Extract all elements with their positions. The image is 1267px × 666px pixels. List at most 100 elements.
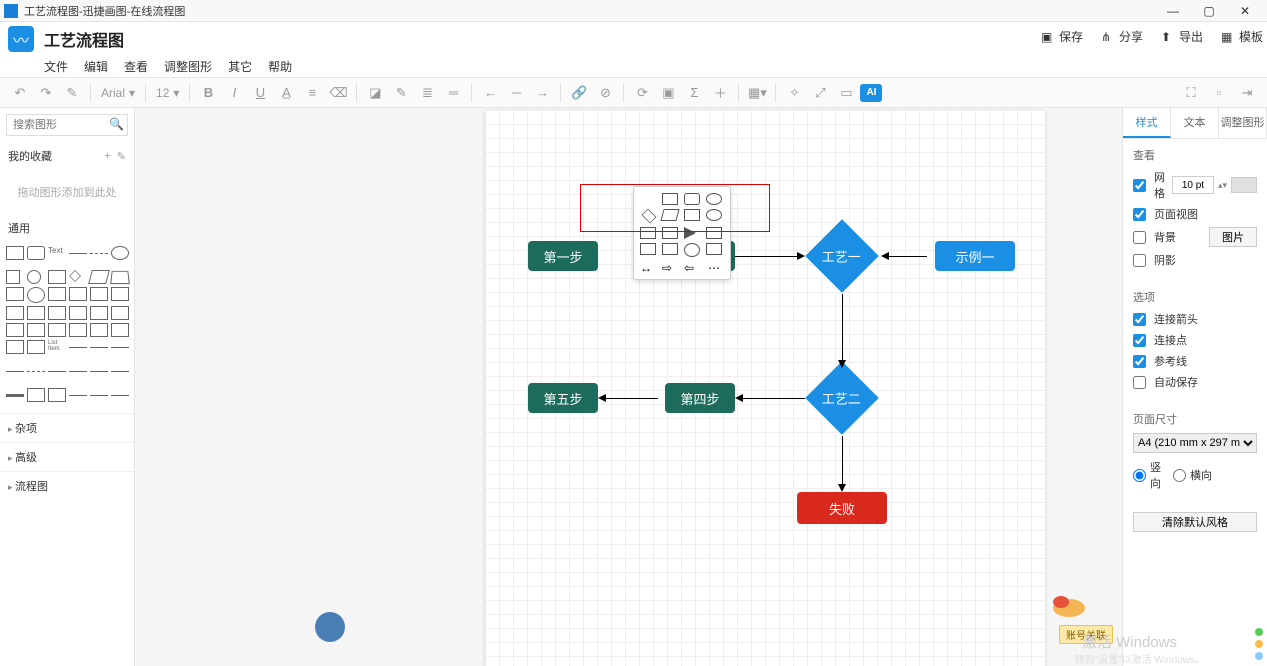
shape-solid[interactable]	[6, 371, 24, 385]
shape-arrow1[interactable]	[69, 347, 87, 361]
assistant-avatar-icon[interactable]	[315, 612, 345, 642]
shape-line[interactable]	[69, 253, 87, 267]
popup-arrow-lr[interactable]: ↔	[640, 261, 656, 273]
undo-button[interactable]: ↶	[8, 81, 32, 105]
shape-frame[interactable]	[6, 306, 24, 320]
menu-help[interactable]: 帮助	[268, 58, 292, 75]
bg-image-button[interactable]: 图片	[1209, 227, 1257, 247]
tab-style[interactable]: 样式	[1123, 108, 1171, 138]
popup-arrow-r[interactable]: ⇨	[662, 261, 678, 273]
conn-point-checkbox[interactable]	[1133, 334, 1146, 347]
favorites-header[interactable]: 我的收藏 +✎	[0, 142, 134, 170]
shape-arrow-r[interactable]	[69, 306, 87, 320]
pagesize-select[interactable]: A4 (210 mm x 297 mm)	[1133, 433, 1257, 453]
fontsize-select[interactable]: 12 ▾	[152, 82, 183, 104]
shape-db[interactable]	[111, 306, 129, 320]
shape-round-rect[interactable]	[27, 246, 45, 260]
shape-list[interactable]	[27, 340, 45, 354]
linewidth-button[interactable]: ═	[441, 81, 465, 105]
popup-shape-rect[interactable]	[662, 193, 678, 205]
popup-shape-oval2[interactable]	[706, 209, 722, 221]
textalign-button[interactable]: ≡	[300, 81, 324, 105]
shape-half[interactable]	[90, 323, 108, 337]
popup-more[interactable]: ⋯	[706, 261, 722, 273]
shape-parallelogram[interactable]	[88, 270, 110, 284]
popup-shape-ell[interactable]	[706, 193, 722, 205]
menu-file[interactable]: 文件	[44, 58, 68, 75]
search-icon[interactable]: 🔍	[109, 117, 124, 131]
shape-trap[interactable]	[110, 271, 130, 284]
popup-shape-wave[interactable]	[640, 243, 656, 255]
link-button[interactable]: 🔗	[567, 81, 591, 105]
shape-page[interactable]	[6, 323, 24, 337]
layers-button[interactable]: ▭	[834, 81, 858, 105]
node-step4[interactable]: 第四步	[665, 383, 735, 413]
shape-conn2[interactable]	[90, 395, 108, 409]
add-button[interactable]: ＋	[708, 81, 732, 105]
conn-arrow-checkbox[interactable]	[1133, 313, 1146, 326]
node-step5[interactable]: 第五步	[528, 383, 598, 413]
shape-thick[interactable]	[6, 394, 24, 408]
formula-button[interactable]: Σ	[682, 81, 706, 105]
landscape-radio[interactable]	[1173, 469, 1186, 482]
shape-arrow3[interactable]	[111, 347, 129, 361]
bold-button[interactable]: B	[196, 81, 220, 105]
shape-tab[interactable]	[27, 306, 45, 320]
menu-edit[interactable]: 编辑	[84, 58, 108, 75]
tab-adjust[interactable]: 调整图形	[1219, 108, 1267, 138]
shape-text[interactable]: Text	[48, 246, 66, 260]
font-select[interactable]: Arial ▾	[97, 82, 139, 104]
shape-conn1[interactable]	[69, 395, 87, 409]
share-button[interactable]: ⋔分享	[1101, 28, 1143, 45]
shape-ellipse[interactable]	[111, 246, 129, 260]
popup-shape-hex[interactable]	[640, 227, 656, 239]
table-button[interactable]: ▦▾	[745, 81, 769, 105]
node-step1[interactable]: 第一步	[528, 241, 598, 271]
popup-arrow-l[interactable]: ⇦	[684, 261, 700, 273]
shape-cyl[interactable]	[27, 287, 45, 303]
shape-flag[interactable]	[111, 287, 129, 301]
shape-cloud[interactable]	[69, 323, 87, 337]
menu-view[interactable]: 查看	[124, 58, 148, 75]
portrait-radio[interactable]	[1133, 469, 1146, 482]
canvas[interactable]: 第一步 工艺一 示例一 第五步 第四步 工艺二 失败	[135, 108, 1122, 666]
clear-style-button[interactable]: 清除默认风格	[1133, 512, 1257, 532]
general-header[interactable]: 通用	[0, 214, 134, 242]
popup-shape-step[interactable]	[662, 243, 678, 255]
popup-shape-card[interactable]	[706, 227, 722, 239]
cat-misc[interactable]: 杂项	[0, 413, 134, 442]
node-proc2[interactable]: 工艺二	[805, 361, 879, 435]
pageview-checkbox[interactable]	[1133, 208, 1146, 221]
image-button[interactable]: ▣	[656, 81, 680, 105]
shape-dashed2[interactable]	[27, 371, 45, 385]
shape-card[interactable]	[48, 270, 66, 284]
expand-button[interactable]: ⇥	[1235, 81, 1259, 105]
fullscreen-button[interactable]: ⛶	[1179, 81, 1203, 105]
shape-dash[interactable]	[90, 253, 108, 267]
shape-arrow2[interactable]	[90, 347, 108, 361]
popup-shape-rrect[interactable]	[684, 193, 700, 205]
shape-label[interactable]: List Item	[48, 340, 66, 354]
arrow-end-button[interactable]: →	[530, 81, 554, 105]
popup-shape-diamond[interactable]	[642, 209, 657, 224]
popup-shape-tri[interactable]	[684, 227, 696, 239]
grid-color-swatch[interactable]	[1231, 177, 1257, 193]
autosave-checkbox[interactable]	[1133, 376, 1146, 389]
document-title[interactable]: 工艺流程图	[44, 27, 124, 51]
popup-shape-none[interactable]	[640, 193, 656, 205]
grid-size-input[interactable]	[1172, 176, 1214, 194]
minimize-button[interactable]: —	[1155, 0, 1191, 22]
promo-icon[interactable]	[1047, 588, 1087, 618]
shape-note[interactable]	[69, 287, 87, 301]
magic-button[interactable]: ✧	[782, 81, 806, 105]
popup-shape-call[interactable]	[706, 243, 722, 255]
node-fail[interactable]: 失败	[797, 492, 887, 524]
shape-arr1[interactable]	[48, 371, 66, 385]
shape-brack[interactable]	[48, 388, 66, 402]
shape-folder[interactable]	[27, 323, 45, 337]
shape-doc[interactable]	[48, 287, 66, 301]
template-button[interactable]: ▦模板	[1221, 28, 1263, 45]
shape-sq[interactable]	[6, 270, 20, 284]
cat-flowchart[interactable]: 流程图	[0, 471, 134, 500]
edit-fav-icon[interactable]: ✎	[117, 150, 126, 163]
